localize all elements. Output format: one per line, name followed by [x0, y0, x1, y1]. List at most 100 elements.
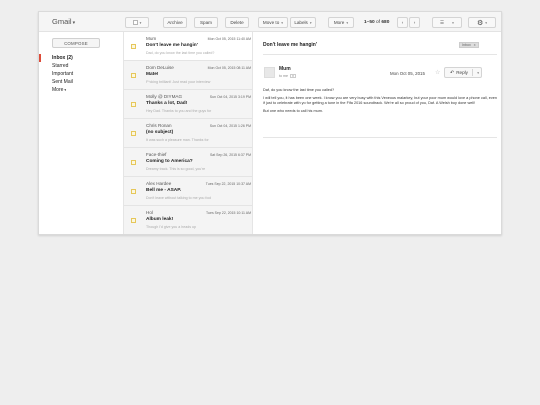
archive-button[interactable]: Archive — [163, 17, 187, 28]
message-date: Sun Oct 04, 2015 3:19 PM — [209, 95, 251, 99]
close-icon[interactable]: x — [474, 43, 476, 47]
chevron-down-icon: ▾ — [346, 20, 349, 25]
sidebar-item-starred[interactable]: Starred — [39, 62, 123, 70]
message-row[interactable]: Alex Hardee Tues Sep 22, 2015 10:37 AM B… — [124, 177, 252, 206]
gmail-window: Gmail▾ ▾ Archive Spam Delete Move to ▾ La… — [38, 11, 502, 235]
row-checkbox[interactable] — [131, 73, 136, 78]
chevron-down-icon: ▾ — [64, 88, 67, 92]
chevron-down-icon: ▾ — [452, 20, 454, 25]
top-toolbar: Gmail▾ ▾ Archive Spam Delete Move to ▾ La… — [39, 12, 501, 32]
list-view-icon: ☰ — [440, 19, 445, 25]
message-snippet: Though I'd give you a heads up — [146, 225, 197, 229]
labels-label: Labels — [294, 20, 308, 25]
chevron-down-icon[interactable]: ▾ — [477, 71, 479, 75]
delete-button[interactable]: Delete — [225, 17, 249, 28]
inbox-label-text: Inbox — [462, 43, 471, 47]
sidebar-item-inbox[interactable]: Inbox (2) — [39, 54, 123, 62]
row-checkbox[interactable] — [131, 189, 136, 194]
message-from: Molly @ DIYMAG — [146, 94, 183, 99]
message-date: Tues Sep 22, 2015 10:37 AM — [205, 182, 251, 186]
message-snippet: Dreamy track. This is so good, you're — [146, 167, 206, 171]
sidebar-item-sent-mail[interactable]: Sent Mail — [39, 78, 123, 86]
message-subject: (no subject) — [146, 130, 174, 135]
sidebar: COMPOSE Inbox (2) Starred Important Sent… — [39, 32, 123, 234]
chevron-left-icon: ‹ — [401, 20, 404, 25]
recipient-details-button[interactable]: ▾ — [290, 74, 296, 78]
more-button[interactable]: More ▾ — [328, 17, 354, 28]
message-row[interactable]: Hol Tues Sep 22, 2015 10:11 AM Album lea… — [124, 206, 252, 234]
message-row[interactable]: Dom DeLuise Mon Oct 05, 2015 08:11 AM Ma… — [124, 61, 252, 90]
message-date: Sun Oct 04, 2015 1:26 PM — [209, 124, 251, 128]
gmail-logo[interactable]: Gmail▾ — [52, 17, 75, 26]
compose-button[interactable]: COMPOSE — [52, 38, 100, 48]
recipient-line: to me ▾ — [279, 74, 296, 78]
sidebar-item-important[interactable]: Important — [39, 70, 123, 78]
message-snippet: It was such a pleasure man. Thanks for — [146, 138, 209, 142]
page-of: of — [376, 20, 381, 25]
message-snippet: F*cking brilliant! Just read your interv… — [146, 80, 211, 84]
chevron-right-icon: › — [413, 20, 416, 25]
sidebar-item-more[interactable]: More▾ — [39, 86, 123, 94]
body-paragraph: I will tell you, it has been one week. I… — [263, 96, 497, 105]
divider — [263, 54, 497, 55]
reply-button[interactable]: ↶ Reply ▾ — [444, 67, 482, 78]
message-row[interactable]: Mum Mon Oct 05, 2015 11:40 AM Don't leav… — [124, 32, 252, 61]
divider — [472, 69, 473, 76]
message-row[interactable]: Molly @ DIYMAG Sun Oct 04, 2015 3:19 PM … — [124, 90, 252, 119]
message-subject: Album leak! — [146, 217, 174, 222]
message-date: Mon Oct 05, 2015 — [390, 71, 425, 76]
page-total: 680 — [381, 20, 390, 25]
more-label: More — [333, 20, 345, 25]
body-paragraph: But one who needs to call his mum. — [263, 109, 323, 113]
inbox-label-tag[interactable]: Inbox x — [459, 42, 479, 48]
message-from: Face-thief — [146, 152, 167, 157]
message-row[interactable]: Chris Ronan Sun Oct 04, 2015 1:26 PM (no… — [124, 119, 252, 148]
message-snippet: Dad, do you know the last time you calle… — [146, 51, 215, 55]
message-date: Tues Sep 22, 2015 10:11 AM — [206, 211, 251, 215]
row-checkbox[interactable] — [131, 44, 136, 49]
page-range: 1–50 — [364, 20, 375, 25]
message-date: Mon Oct 05, 2015 08:11 AM — [207, 66, 251, 70]
body-paragraph: Daf, do you know the last time you calle… — [263, 88, 335, 92]
star-icon[interactable]: ☆ — [435, 69, 440, 76]
checkbox-icon — [132, 20, 138, 25]
reader-subject: Don't leave me hangin' — [263, 42, 318, 48]
select-all-checkbox[interactable]: ▾ — [125, 17, 149, 28]
message-from: Hol — [146, 210, 153, 215]
nav-list: Inbox (2) Starred Important Sent Mail Mo… — [39, 54, 123, 94]
message-date: Mon Oct 05, 2015 11:40 AM — [207, 37, 251, 41]
message-snippet: Hey Dad. Thanks to you and the guys for — [146, 109, 212, 113]
message-snippet: Don't leave without talking to me you fo… — [146, 196, 212, 200]
spam-button[interactable]: Spam — [194, 17, 218, 28]
move-to-button[interactable]: Move to ▾ — [258, 17, 288, 28]
page-count: 1–50 of 680 — [364, 20, 389, 25]
view-mode-button[interactable]: ☰ ▾ — [432, 17, 462, 28]
message-row[interactable]: Face-thief Sat Sep 26, 2015 6:37 PM Comi… — [124, 148, 252, 177]
chevron-down-icon: ▾ — [281, 20, 284, 25]
message-subject: Don't leave me hangin' — [146, 43, 198, 48]
gear-icon: ⚙ — [476, 19, 484, 27]
chevron-down-icon: ▾ — [72, 20, 76, 26]
message-subject: Thanks a lot, Dad! — [146, 101, 188, 106]
move-to-label: Move to — [262, 20, 280, 25]
message-body: Daf, do you know the last time you calle… — [263, 88, 498, 117]
sender-name[interactable]: Mum — [279, 66, 291, 72]
row-checkbox[interactable] — [131, 218, 136, 223]
chevron-down-icon: ▾ — [309, 20, 312, 25]
reply-arrow-icon: ↶ — [450, 69, 455, 76]
settings-button[interactable]: ⚙ ▾ — [468, 17, 496, 28]
avatar — [264, 67, 275, 78]
row-checkbox[interactable] — [131, 160, 136, 165]
newer-button[interactable]: ‹ — [397, 17, 408, 28]
labels-button[interactable]: Labels ▾ — [290, 17, 316, 28]
message-subject: Coming to America? — [146, 159, 193, 164]
message-from: Alex Hardee — [146, 181, 172, 186]
divider — [263, 137, 497, 138]
row-checkbox[interactable] — [131, 102, 136, 107]
older-button[interactable]: › — [409, 17, 420, 28]
row-checkbox[interactable] — [131, 131, 136, 136]
message-list: Mum Mon Oct 05, 2015 11:40 AM Don't leav… — [123, 32, 253, 234]
message-subject: Bell me - ASAP. — [146, 188, 182, 193]
message-from: Chris Ronan — [146, 123, 172, 128]
reading-pane: Don't leave me hangin' Inbox x Mum to me… — [254, 32, 501, 234]
